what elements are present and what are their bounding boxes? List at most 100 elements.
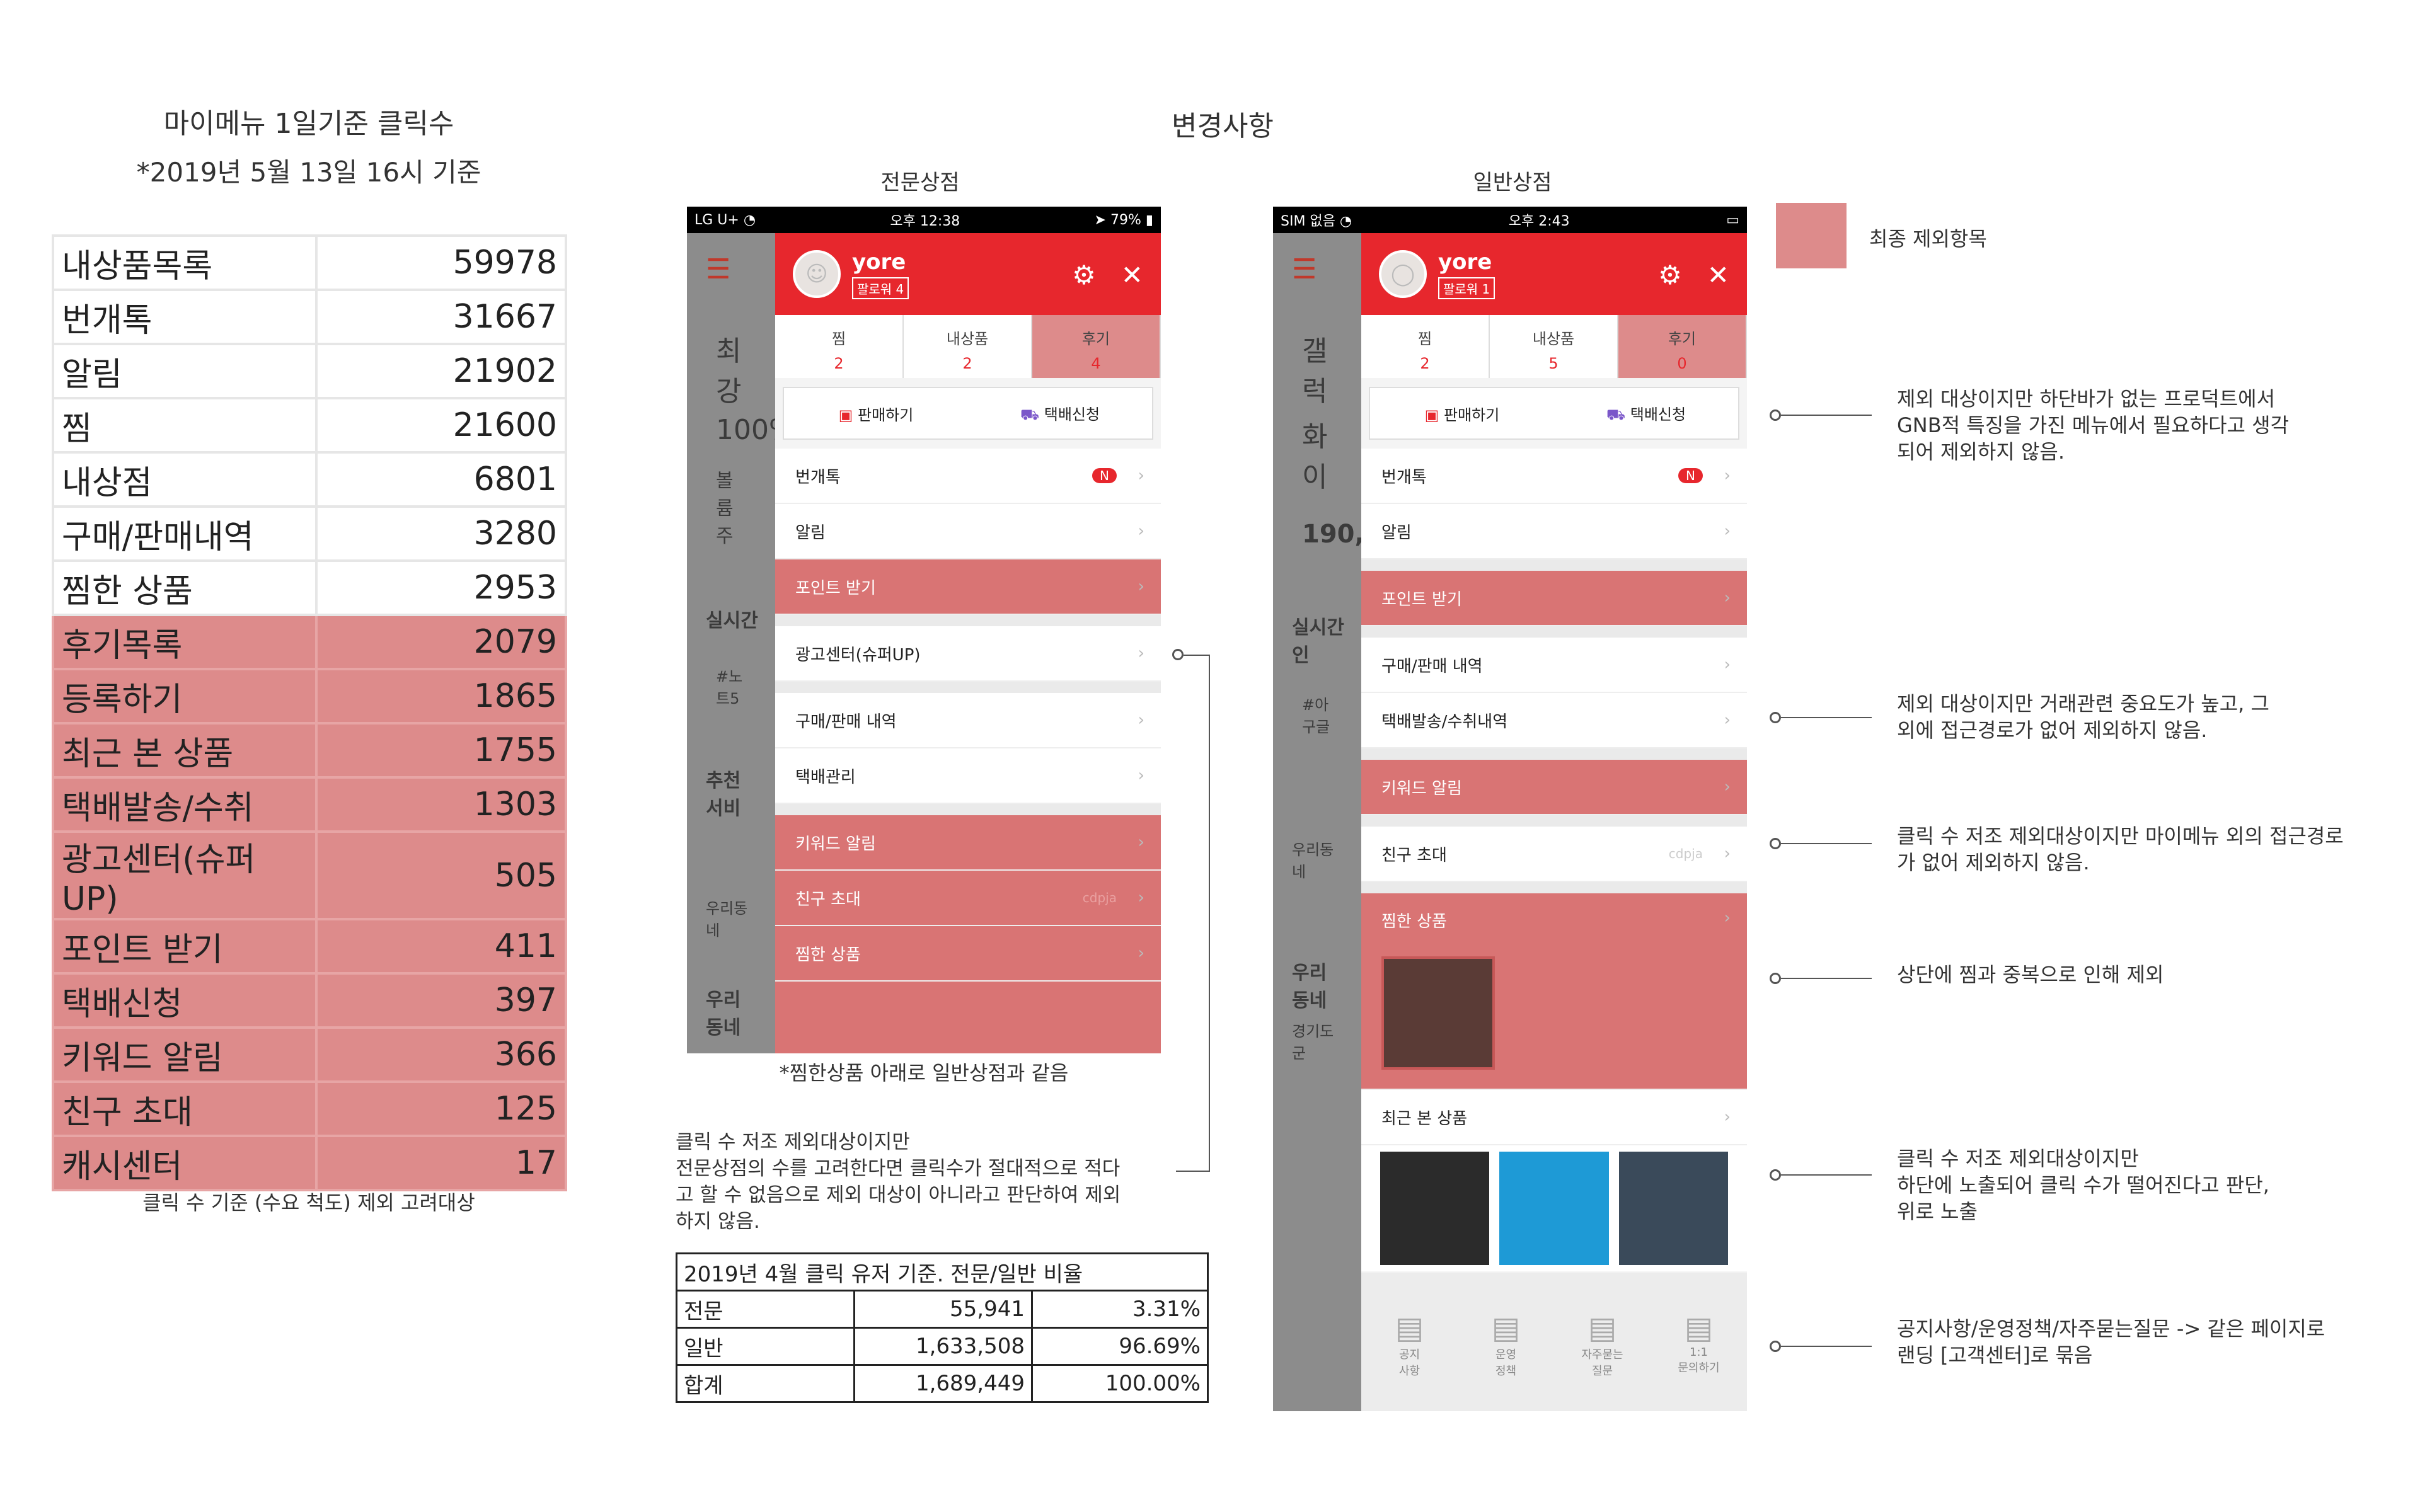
sell-button[interactable]: ▣ 판매하기 xyxy=(1370,403,1554,425)
stat-label: 내상품 xyxy=(1532,330,1575,348)
stat-value: 5 xyxy=(1548,355,1559,372)
menu-item[interactable]: 최근 본 상품 › xyxy=(1361,1090,1747,1145)
menu-item[interactable]: 찜한 상품 › xyxy=(775,926,1161,982)
support-item[interactable]: ▤ 자주묻는 질문 xyxy=(1554,1273,1651,1411)
annotation-dot xyxy=(1770,1169,1781,1181)
chevron-right-icon: › xyxy=(1138,833,1144,852)
menu-item-label: 키워드 알림 xyxy=(1381,779,1462,798)
ratio-header: 2019년 4월 클릭 유저 기준. 전문/일반 비율 xyxy=(676,1252,1209,1292)
bottom-support-bar: ▤ 공지 사항 ▤ 운영 정책 ▤ 자주묻는 질문 ▤ 1:1 문의하기 xyxy=(1361,1273,1747,1411)
chevron-right-icon: › xyxy=(1138,522,1144,541)
recent-product-thumbnail[interactable] xyxy=(1499,1152,1609,1265)
ratio-pct: 3.31% xyxy=(1031,1290,1209,1329)
stat-2[interactable]: 후기 0 xyxy=(1618,315,1747,378)
annotation-line-text: GNB적 특징을 가진 메뉴에서 필요하다고 생각 xyxy=(1897,413,2290,437)
status-bar: SIM 없음 ◔ 오후 2:43 ▭ xyxy=(1273,207,1747,233)
annotation-dot xyxy=(1770,973,1781,984)
click-row: 택배신청 397 xyxy=(52,972,567,1029)
menu-item[interactable]: 키워드 알림 › xyxy=(775,815,1161,871)
annotation-text: 제외 대상이지만 하단바가 없는 프로덕트에서 GNB적 특징을 가진 메뉴에서 … xyxy=(1897,386,2401,465)
stat-value: 2 xyxy=(834,355,844,372)
chevron-right-icon: › xyxy=(1724,711,1731,730)
menu-item[interactable]: 광고센터(슈퍼UP) › xyxy=(775,626,1161,682)
menu-item[interactable]: 알림 › xyxy=(1361,504,1747,559)
stat-1[interactable]: 내상품 2 xyxy=(904,315,1032,378)
support-item[interactable]: ▤ 1:1 문의하기 xyxy=(1651,1273,1747,1411)
stat-0[interactable]: 찜2 xyxy=(775,315,904,378)
click-row: 광고센터(슈퍼UP) 505 xyxy=(52,830,567,920)
menu-item[interactable]: 포인트 받기 › xyxy=(775,559,1161,615)
menu-item[interactable]: 알림 › xyxy=(775,504,1161,559)
row-value: 2953 xyxy=(315,559,567,616)
stat-2[interactable]: 후기 4 xyxy=(1032,315,1161,378)
stat-value: 0 xyxy=(1677,355,1687,372)
recent-product-thumbnail[interactable] xyxy=(1380,1152,1490,1265)
close-icon[interactable]: ✕ xyxy=(1121,260,1143,290)
row-label: 캐시센터 xyxy=(52,1135,318,1191)
connector-line xyxy=(1176,1171,1210,1172)
click-row: 등록하기 1865 xyxy=(52,668,567,724)
menu-item-label: 번개톡 xyxy=(1381,467,1427,487)
menu-item-label: 키워드 알림 xyxy=(795,834,876,854)
document-icon: ▤ xyxy=(1587,1310,1617,1346)
document-icon: ▤ xyxy=(1395,1310,1424,1346)
support-item[interactable]: ▤ 공지 사항 xyxy=(1361,1273,1458,1411)
follower-badge[interactable]: 팔로워 4 xyxy=(852,277,909,299)
row-label: 내상점 xyxy=(52,451,318,508)
click-row: 캐시센터 17 xyxy=(52,1135,567,1191)
avatar[interactable]: ☺ xyxy=(793,250,841,298)
ratio-pct: 100.00% xyxy=(1031,1364,1209,1403)
note-line: 클릭 수 저조 제외대상이지만 xyxy=(676,1131,910,1154)
ratio-header-row: 2019년 4월 클릭 유저 기준. 전문/일반 비율 xyxy=(676,1252,1209,1292)
menu-item-label: 알림 xyxy=(1381,523,1412,542)
row-value: 366 xyxy=(315,1026,567,1083)
annotation-dot xyxy=(1770,1341,1781,1352)
recent-product-thumbnail[interactable] xyxy=(1618,1152,1728,1265)
delivery-request-button[interactable]: ⛟ 택배신청 xyxy=(1554,402,1738,425)
click-row: 내상품목록 59978 xyxy=(52,234,567,291)
support-item-label: 공지 사항 xyxy=(1398,1348,1420,1378)
menu-item[interactable]: 친구 초대 cdpja › xyxy=(1361,827,1747,882)
gear-icon[interactable]: ⚙ xyxy=(1658,260,1682,290)
menu-item-label: 택배발송/수취내역 xyxy=(1381,712,1508,731)
support-item[interactable]: ▤ 운영 정책 xyxy=(1458,1273,1554,1411)
menu-item[interactable]: 포인트 받기 › xyxy=(1361,571,1747,626)
chevron-right-icon: › xyxy=(1724,655,1731,674)
stat-0[interactable]: 찜2 xyxy=(1361,315,1490,378)
menu-item[interactable]: 번개톡 N › xyxy=(1361,449,1747,504)
general-shop-label: 일반상점 xyxy=(1473,170,1552,195)
annotation-line xyxy=(1781,978,1872,979)
menu-item-label: 포인트 받기 xyxy=(1381,590,1462,609)
menu-item[interactable]: 구매/판매 내역 › xyxy=(1361,638,1747,693)
menu-item[interactable]: 택배발송/수취내역 › xyxy=(1361,693,1747,748)
sell-button[interactable]: ▣ 판매하기 xyxy=(784,403,968,425)
close-icon[interactable]: ✕ xyxy=(1707,260,1729,290)
ratio-row: 일반 1,633,508 96.69% xyxy=(676,1327,1209,1366)
row-label: 광고센터(슈퍼UP) xyxy=(52,830,318,920)
follower-badge[interactable]: 팔로워 1 xyxy=(1438,277,1495,299)
delivery-request-button[interactable]: ⛟ 택배신청 xyxy=(968,402,1152,425)
pro-shop-caption: *찜한상품 아래로 일반상점과 같음 xyxy=(779,1061,1069,1085)
annotation-line xyxy=(1781,717,1872,718)
menu-item[interactable]: 구매/판매 내역 › xyxy=(775,693,1161,748)
invite-code: cdpja xyxy=(1668,846,1703,861)
menu-item[interactable]: 키워드 알림 › xyxy=(1361,760,1747,815)
annotation-dot xyxy=(1770,410,1781,421)
menu-item[interactable]: 번개톡 N › xyxy=(775,449,1161,504)
menu-item[interactable]: 택배관리 › xyxy=(775,748,1161,804)
avatar[interactable]: ◯ xyxy=(1379,250,1427,298)
gear-icon[interactable]: ⚙ xyxy=(1072,260,1096,290)
stat-1[interactable]: 내상품 5 xyxy=(1490,315,1618,378)
stat-label: 찜 xyxy=(1417,330,1432,348)
phone-pro-shop: LG U+ ◔ 오후 12:38 ➤ 79% ▮ ☰ 최강 100% 볼륨 주 … xyxy=(687,207,1161,1053)
row-label: 택배발송/수취 xyxy=(52,776,318,833)
connector-line xyxy=(1184,655,1210,656)
wished-product-thumbnail[interactable] xyxy=(1381,956,1495,1070)
hamburger-icon: ☰ xyxy=(1292,253,1317,285)
click-row: 내상점 6801 xyxy=(52,451,567,508)
menu-item[interactable]: 찜한 상품 › xyxy=(1361,882,1747,1090)
action-buttons: ▣ 판매하기 ⛟ 택배신청 xyxy=(1369,387,1739,440)
menu-item-label: 번개톡 xyxy=(795,467,841,487)
menu-item[interactable]: 친구 초대 cdpja › xyxy=(775,871,1161,926)
click-row: 찜 21600 xyxy=(52,397,567,454)
